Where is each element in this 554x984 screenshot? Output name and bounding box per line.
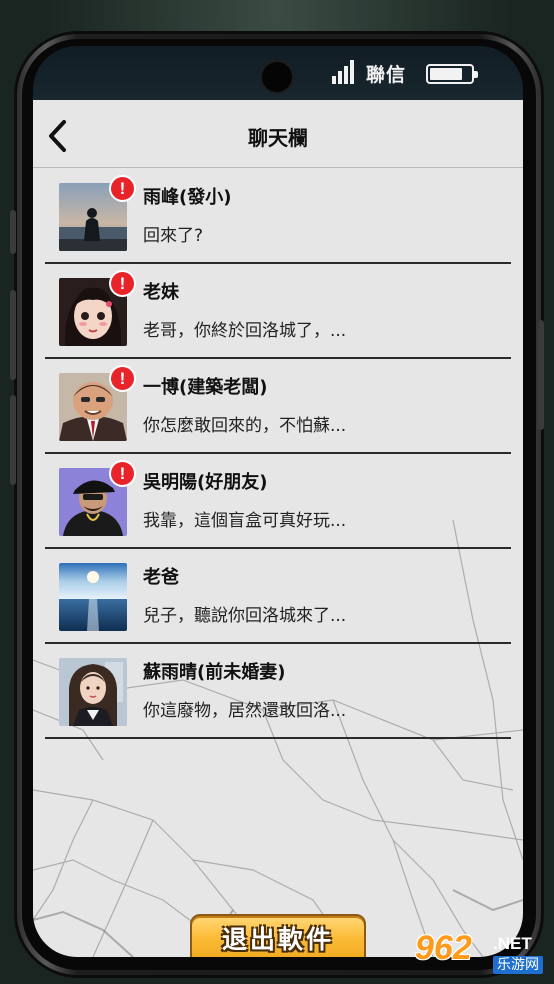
watermark-suffix: .NET bbox=[493, 934, 532, 953]
side-button bbox=[10, 395, 16, 485]
unread-badge: ! bbox=[109, 460, 136, 487]
page-title: 聊天欄 bbox=[248, 126, 308, 150]
chat-name: 一博(建築老闆) bbox=[143, 377, 268, 398]
chat-preview: 你怎麼敢回來的，不怕蘇... bbox=[143, 416, 347, 436]
chat-item[interactable]: ! 吳明陽(好朋友) 我靠，這個盲盒可真好玩... bbox=[33, 454, 523, 549]
avatar bbox=[59, 658, 127, 726]
exit-app-button[interactable]: 退出軟件 bbox=[190, 914, 366, 957]
chat-preview: 我靠，這個盲盒可真好玩... bbox=[143, 511, 347, 531]
chat-item[interactable]: ! 一博(建築老闆) 你怎麼敢回來的，不怕蘇... bbox=[33, 359, 523, 454]
chat-item[interactable]: 蘇雨晴(前未婚妻) 你這廢物，居然還敢回洛... bbox=[33, 644, 523, 739]
chat-item[interactable]: 老爸 兒子，聽說你回洛城來了... bbox=[33, 549, 523, 644]
chat-item[interactable]: ! 雨峰(發小) 回來了? bbox=[33, 169, 523, 264]
avatar bbox=[59, 563, 127, 631]
chat-name: 吳明陽(好朋友) bbox=[143, 472, 268, 493]
power-button bbox=[538, 320, 544, 430]
chat-name: 雨峰(發小) bbox=[143, 187, 232, 208]
chat-item[interactable]: ! 老妹 老哥，你終於回洛城了，... bbox=[33, 264, 523, 359]
chat-name: 蘇雨晴(前未婚妻) bbox=[143, 662, 286, 683]
status-bar: 聯信 bbox=[33, 46, 523, 100]
unread-badge: ! bbox=[109, 365, 136, 392]
chat-preview: 老哥，你終於回洛城了，... bbox=[143, 321, 347, 341]
chat-preview: 回來了? bbox=[143, 226, 204, 246]
carrier-label: 聯信 bbox=[366, 64, 407, 86]
chat-name: 老爸 bbox=[143, 567, 179, 588]
battery-icon bbox=[426, 64, 478, 84]
chat-preview: 你這廢物，居然還敢回洛... bbox=[143, 701, 347, 721]
chat-name: 老妹 bbox=[143, 282, 179, 303]
volume-up-button bbox=[10, 210, 16, 254]
watermark-subtitle: 乐游网 bbox=[493, 956, 543, 974]
volume-down-button bbox=[10, 290, 16, 380]
chat-preview: 兒子，聽說你回洛城來了... bbox=[143, 606, 347, 626]
phone-screen: 聯信 聊天欄 ! 雨峰(發小) 回來了? ! 老妹 老哥，你終於回洛城了，...… bbox=[33, 46, 523, 957]
chat-app: 聊天欄 ! 雨峰(發小) 回來了? ! 老妹 老哥，你終於回洛城了，... ! … bbox=[33, 100, 523, 957]
watermark-logo: 962 bbox=[415, 929, 472, 967]
unread-badge: ! bbox=[109, 270, 136, 297]
unread-badge: ! bbox=[109, 175, 136, 202]
site-watermark: 962 .NET 乐游网 bbox=[415, 930, 549, 980]
header-bar: 聊天欄 bbox=[33, 100, 523, 168]
front-camera bbox=[260, 60, 294, 94]
signal-icon bbox=[332, 60, 354, 84]
